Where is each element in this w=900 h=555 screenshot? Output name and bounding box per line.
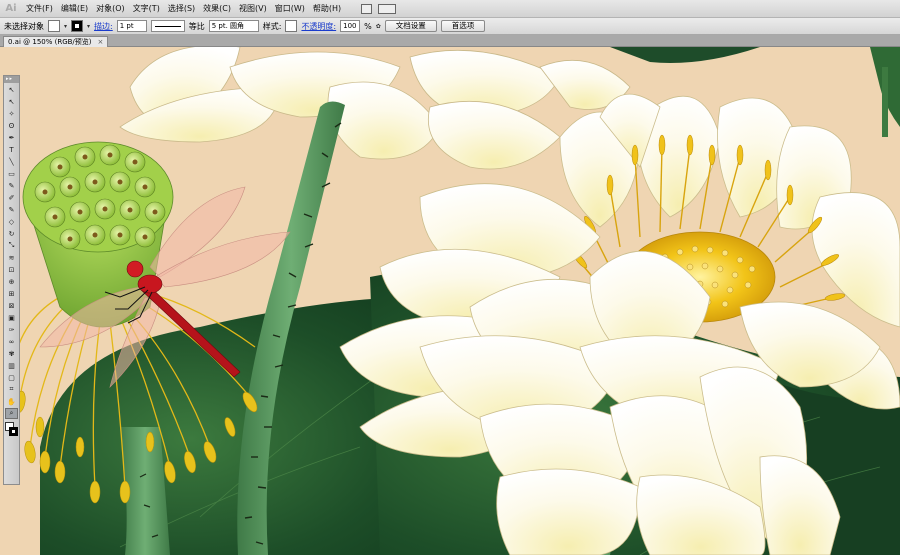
blob-brush-tool-icon[interactable]: ✎: [5, 204, 18, 215]
chevron-down-icon[interactable]: ▾: [64, 23, 67, 30]
tools-panel-header[interactable]: ▸▸: [4, 76, 19, 83]
warp-tool-icon[interactable]: ≋: [5, 252, 18, 263]
menu-bar: Ai 文件(F) 编辑(E) 对象(O) 文字(T) 选择(S) 效果(C) 视…: [0, 0, 900, 18]
paintbrush-tool-icon[interactable]: ✎: [5, 180, 18, 191]
menu-type[interactable]: 文字(T): [129, 0, 164, 18]
blend-tool-icon[interactable]: ∞: [5, 336, 18, 347]
artboard-tool-icon[interactable]: ▢: [5, 372, 18, 383]
stroke-weight-field[interactable]: 1 pt: [116, 20, 147, 32]
chevron-down-icon[interactable]: ▾: [87, 23, 90, 30]
bridge-icon[interactable]: [361, 3, 373, 14]
profile-label: 等比: [188, 21, 205, 31]
brush-definition-field[interactable]: 5 pt. 圆角: [208, 20, 259, 32]
magic-wand-tool-icon[interactable]: ✧: [5, 108, 18, 119]
symbol-sprayer-tool-icon[interactable]: ✾: [5, 348, 18, 359]
pencil-tool-icon[interactable]: ✐: [5, 192, 18, 203]
menu-object[interactable]: 对象(O): [92, 0, 129, 18]
stroke-link[interactable]: 描边:: [94, 21, 113, 32]
lasso-tool-icon[interactable]: ʘ: [5, 120, 18, 131]
eyedropper-tool-icon[interactable]: ✑: [5, 324, 18, 335]
direct-selection-tool-icon[interactable]: ↖: [5, 96, 18, 107]
line-segment-tool-icon[interactable]: ╲: [5, 156, 18, 167]
lotus-flower-top: [119, 47, 631, 170]
rectangle-tool-icon[interactable]: ▭: [5, 168, 18, 179]
selection-status: 未选择对象: [4, 21, 44, 31]
slice-tool-icon[interactable]: ⌗: [5, 384, 18, 395]
menu-tools: [361, 3, 397, 14]
menu-window[interactable]: 窗口(W): [271, 0, 309, 18]
control-bar: 未选择对象 ▾ ▾ 描边: 1 pt 等比 5 pt. 圆角 样式: 不透明度:…: [0, 18, 900, 35]
opacity-field[interactable]: 100: [340, 20, 361, 32]
opacity-link[interactable]: 不透明度:: [301, 21, 336, 32]
scale-tool-icon[interactable]: ⤡: [5, 240, 18, 251]
graphic-style-swatch[interactable]: [285, 20, 298, 32]
pen-tool-icon[interactable]: ✒: [5, 132, 18, 143]
type-tool-icon[interactable]: T: [5, 144, 18, 155]
perspective-grid-tool-icon[interactable]: ⊞: [5, 288, 18, 299]
document-tab[interactable]: 0.ai @ 150% (RGB/预览) ×: [3, 36, 109, 47]
column-graph-tool-icon[interactable]: ▥: [5, 360, 18, 371]
illustrator-logo: Ai: [5, 3, 17, 14]
selection-tool-icon[interactable]: ↖: [5, 84, 18, 95]
stroke-swatch-icon[interactable]: [9, 427, 18, 436]
percent-label: %: [364, 21, 372, 31]
shape-builder-tool-icon[interactable]: ⊕: [5, 276, 18, 287]
eraser-tool-icon[interactable]: ◇: [5, 216, 18, 227]
document-tab-bar: 0.ai @ 150% (RGB/预览) ×: [0, 35, 900, 47]
preferences-button[interactable]: 首选项: [440, 20, 486, 32]
menu-view[interactable]: 视图(V): [235, 0, 271, 18]
menu-file[interactable]: 文件(F): [22, 0, 57, 18]
menu-help[interactable]: 帮助(H): [309, 0, 345, 18]
menu-select[interactable]: 选择(S): [164, 0, 199, 18]
stroke-swatch[interactable]: [71, 20, 84, 32]
gradient-tool-icon[interactable]: ▣: [5, 312, 18, 323]
lotus-artwork: [14, 47, 900, 555]
mesh-tool-icon[interactable]: ⊠: [5, 300, 18, 311]
artboard-canvas[interactable]: [0, 47, 900, 555]
fill-stroke-swatches[interactable]: [4, 422, 19, 440]
style-label: 样式:: [262, 21, 282, 31]
zoom-tool-icon[interactable]: ⌕: [5, 408, 18, 419]
tools-panel: ▸▸ ↖ ↖ ✧ ʘ ✒ T ╲ ▭ ✎ ✐ ✎ ◇ ↻ ⤡ ≋ ⊡ ⊕ ⊞ ⊠ ▣ ✑ ∞ ✾ ▥ ▢ ⌗ ✋ ⌕: [3, 75, 20, 485]
arrange-documents-icon[interactable]: [378, 3, 397, 14]
close-icon[interactable]: ×: [98, 37, 104, 47]
menu-edit[interactable]: 编辑(E): [57, 0, 92, 18]
document-tab-title: 0.ai @ 150% (RGB/预览): [8, 38, 92, 46]
menu-effect[interactable]: 效果(C): [199, 0, 235, 18]
document-setup-button[interactable]: 文档设置: [384, 20, 437, 32]
variable-width-profile[interactable]: [150, 20, 185, 32]
free-transform-tool-icon[interactable]: ⊡: [5, 264, 18, 275]
hand-tool-icon[interactable]: ✋: [5, 396, 18, 407]
recolor-artwork-icon[interactable]: ✿: [376, 23, 381, 30]
rotate-tool-icon[interactable]: ↻: [5, 228, 18, 239]
fill-swatch[interactable]: [48, 20, 60, 32]
